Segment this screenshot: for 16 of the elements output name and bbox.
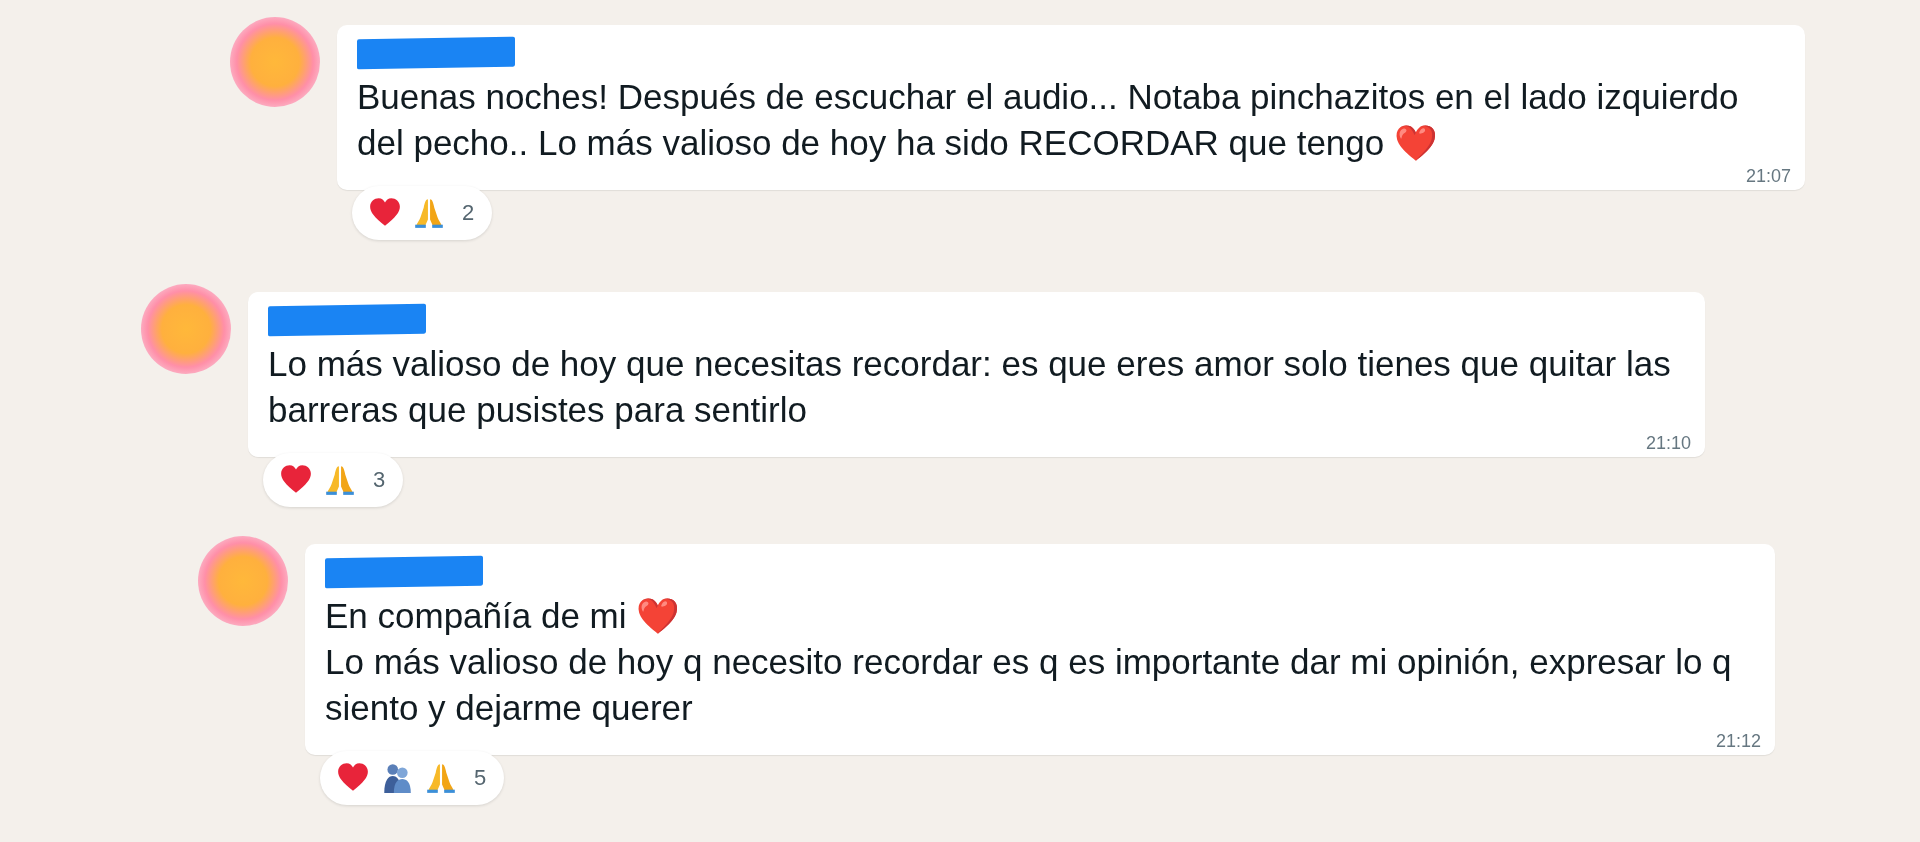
reactions-pill[interactable]: 2	[352, 186, 493, 240]
reaction-count: 5	[474, 765, 487, 791]
praying-hands-icon	[323, 463, 357, 497]
message-text: Lo más valioso de hoy que necesitas recordar: es que eres amor solo tienes que quitar las barreras que pusistes para sentirlo	[268, 343, 1672, 431]
message-text: Buenas noches! Después de escuchar el audio... Notaba pinchazitos en el lado izquierdo del pecho.. Lo más valioso de hoy ha sido RECORDAR que tengo ❤	[357, 76, 1740, 165]
message-text: En compañía de mi ❤	[325, 595, 682, 638]
reaction-count: 2	[462, 200, 475, 226]
reactions-pill[interactable]: 5	[320, 751, 505, 805]
reaction-count: 3	[373, 467, 386, 493]
praying-hands-icon	[424, 761, 458, 795]
message-time: 21:12	[1715, 731, 1761, 751]
message-time: 21:07	[1745, 166, 1791, 186]
message-text: Lo más valioso de hoy q necesito recordar es q es importante dar mi opinión, expresar lo q siento y dejarme querer	[325, 641, 1733, 729]
praying-hands-icon	[412, 196, 446, 230]
message-time: 21:10	[1645, 433, 1691, 453]
reactions-pill[interactable]: 3	[263, 453, 404, 507]
